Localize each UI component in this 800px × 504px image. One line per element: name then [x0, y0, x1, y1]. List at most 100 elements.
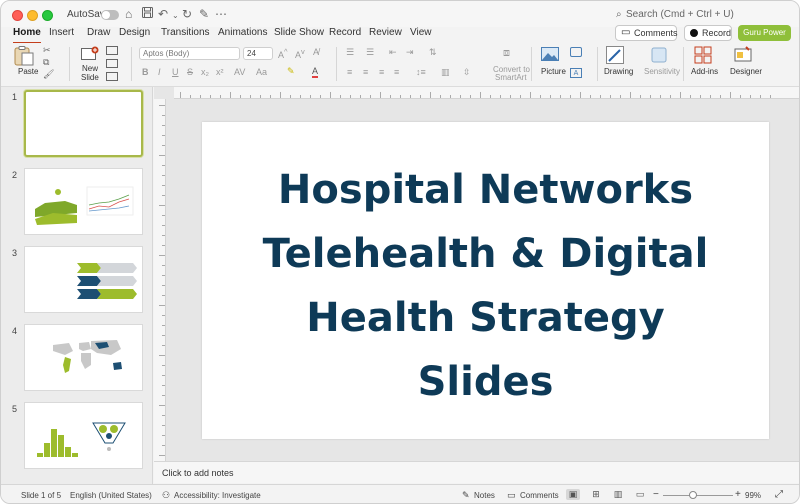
- line-spacing-icon[interactable]: ↕≡: [416, 67, 426, 77]
- tab-view[interactable]: View: [410, 27, 432, 38]
- font-size-select[interactable]: 24: [243, 47, 273, 60]
- zoom-out-icon[interactable]: −: [653, 489, 659, 500]
- subscript-icon[interactable]: x₂: [201, 67, 209, 77]
- format-brush-icon[interactable]: 🖌: [43, 69, 54, 80]
- search-input[interactable]: Search (Cmd + Ctrl + U): [626, 9, 734, 20]
- ruler-tick: [280, 92, 281, 98]
- slide-thumbnail-4[interactable]: [24, 324, 143, 391]
- superscript-icon[interactable]: x²: [216, 67, 224, 77]
- bold-icon[interactable]: B: [142, 67, 149, 77]
- drawing-icon[interactable]: [606, 46, 624, 67]
- language-indicator[interactable]: English (United States): [70, 491, 152, 500]
- undo-dropdown-icon[interactable]: ⌄: [172, 9, 179, 23]
- underline-icon[interactable]: U: [172, 67, 179, 77]
- addins-icon[interactable]: [694, 46, 712, 67]
- align-right-icon[interactable]: ≡: [379, 67, 384, 77]
- char-spacing-icon[interactable]: AV: [234, 67, 245, 77]
- slideshow-view-icon[interactable]: ▭: [633, 489, 647, 500]
- new-slide-icon[interactable]: [81, 46, 99, 65]
- format-painter-icon[interactable]: ✎: [199, 7, 209, 21]
- autosave-toggle[interactable]: [101, 10, 119, 20]
- italic-icon[interactable]: I: [158, 67, 161, 77]
- zoom-in-icon[interactable]: +: [735, 489, 741, 500]
- slide-sorter-icon[interactable]: ⊞: [589, 489, 603, 500]
- fit-slide-icon[interactable]: ⤢: [775, 489, 783, 500]
- justify-icon[interactable]: ≡: [394, 67, 399, 77]
- reset-icon[interactable]: [106, 59, 118, 68]
- clear-format-icon[interactable]: A̸: [313, 47, 319, 57]
- tab-record[interactable]: Record: [329, 27, 361, 38]
- save-icon[interactable]: [142, 7, 153, 21]
- ruler-tick: [162, 275, 165, 276]
- zoom-slider-handle[interactable]: [689, 491, 697, 499]
- decrease-font-icon[interactable]: Av: [295, 47, 305, 60]
- tab-animations[interactable]: Animations: [218, 27, 267, 38]
- align-center-icon[interactable]: ≡: [363, 67, 368, 77]
- change-case-icon[interactable]: Aa: [256, 67, 267, 77]
- record-button[interactable]: Record: [684, 25, 732, 41]
- zoom-slider[interactable]: [663, 495, 733, 496]
- text-direction-icon[interactable]: ⇅: [429, 47, 437, 58]
- slide-thumbnail-3[interactable]: [24, 246, 143, 313]
- textbox-icon[interactable]: A: [570, 68, 582, 78]
- tab-transitions[interactable]: Transitions: [161, 27, 210, 38]
- picture-label: Picture: [541, 67, 566, 76]
- minimize-window-button[interactable]: [27, 10, 38, 21]
- comments-status-button[interactable]: Comments: [520, 491, 559, 500]
- horizontal-ruler[interactable]: [174, 87, 799, 99]
- ribbon-separator: [531, 47, 532, 81]
- highlight-icon[interactable]: ✎: [287, 66, 295, 77]
- numbering-icon[interactable]: ☰: [366, 47, 374, 58]
- more-options-icon[interactable]: ⋯: [215, 7, 227, 21]
- align-text-icon[interactable]: ⇳: [463, 67, 471, 78]
- comments-button[interactable]: ▭ Comments: [615, 25, 678, 41]
- undo-icon[interactable]: ↶: [158, 7, 168, 21]
- accessibility-status[interactable]: Accessibility: Investigate: [174, 491, 261, 500]
- slide-editor: Hospital Networks Telehealth & Digital H…: [154, 87, 799, 461]
- designer-icon[interactable]: [734, 46, 752, 67]
- sensitivity-icon[interactable]: [651, 47, 667, 66]
- bullets-icon[interactable]: ☰: [346, 47, 354, 58]
- layout-icon[interactable]: [106, 46, 118, 55]
- decrease-indent-icon[interactable]: ⇤: [389, 47, 397, 58]
- slide-title[interactable]: Hospital Networks Telehealth & Digital H…: [222, 158, 749, 414]
- copy-icon[interactable]: ⧉: [43, 57, 49, 68]
- tab-draw[interactable]: Draw: [87, 27, 110, 38]
- tab-slide-show[interactable]: Slide Show: [274, 27, 324, 38]
- slide-thumbnail-5[interactable]: [24, 402, 143, 469]
- guru-power-button[interactable]: Guru Power: [738, 25, 791, 41]
- tab-home[interactable]: Home: [13, 27, 41, 44]
- ruler-tick: [590, 95, 591, 98]
- columns-icon[interactable]: ▥: [441, 67, 450, 78]
- redo-icon[interactable]: ↻: [182, 7, 192, 21]
- normal-view-icon[interactable]: ▣: [566, 489, 580, 500]
- tab-review[interactable]: Review: [369, 27, 402, 38]
- font-name-select[interactable]: Aptos (Body): [139, 47, 240, 60]
- notes-pane[interactable]: Click to add notes: [154, 461, 799, 483]
- notes-button[interactable]: Notes: [474, 491, 495, 500]
- increase-indent-icon[interactable]: ⇥: [406, 47, 414, 58]
- smartart-icon[interactable]: ⧈: [503, 47, 510, 60]
- zoom-window-button[interactable]: [42, 10, 53, 21]
- slide-thumbnail-1[interactable]: [24, 90, 143, 157]
- increase-font-icon[interactable]: A^: [278, 47, 288, 60]
- cut-icon[interactable]: ✂: [43, 45, 51, 56]
- font-color-icon[interactable]: A: [312, 67, 319, 78]
- shapes-icon[interactable]: [570, 47, 582, 57]
- tab-design[interactable]: Design: [119, 27, 150, 38]
- vertical-ruler[interactable]: [154, 99, 166, 461]
- strikethrough-icon[interactable]: S: [187, 67, 193, 77]
- section-icon[interactable]: [106, 72, 118, 81]
- zoom-level[interactable]: 99%: [745, 491, 761, 500]
- close-window-button[interactable]: [12, 10, 23, 21]
- picture-icon[interactable]: [541, 47, 559, 64]
- tab-insert[interactable]: Insert: [49, 27, 74, 38]
- align-left-icon[interactable]: ≡: [347, 67, 352, 77]
- home-icon[interactable]: ⌂: [125, 7, 132, 21]
- paste-icon[interactable]: [13, 46, 37, 69]
- slide-canvas[interactable]: Hospital Networks Telehealth & Digital H…: [202, 122, 769, 439]
- reading-view-icon[interactable]: ▥: [611, 489, 625, 500]
- slide-thumbnails-panel: 1 2 3 4 5: [1, 87, 153, 485]
- ruler-tick: [750, 95, 751, 98]
- slide-thumbnail-2[interactable]: [24, 168, 143, 235]
